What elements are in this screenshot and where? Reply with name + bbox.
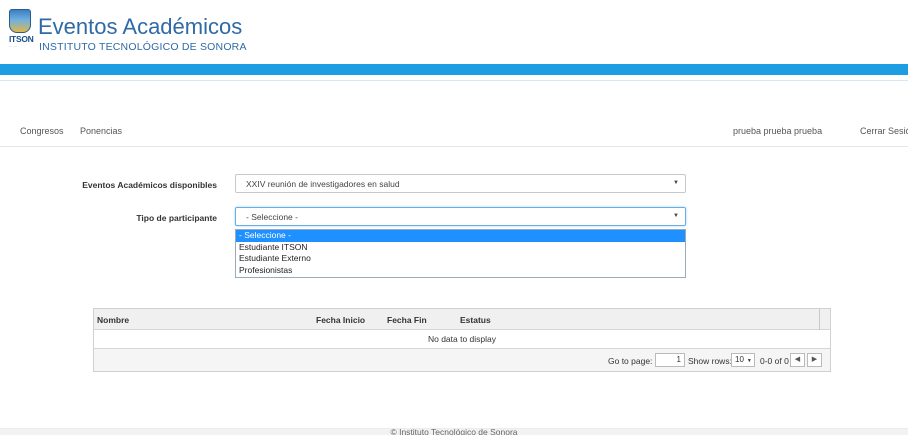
rows-select-value: 10 <box>735 355 744 364</box>
event-label: Eventos Académicos disponibles <box>82 180 217 190</box>
prev-page-button[interactable]: ◀ <box>790 353 805 367</box>
event-select[interactable]: XXIV reunión de investigadores en salud … <box>235 174 686 193</box>
app-subtitle: INSTITUTO TECNOLÓGICO DE SONORA <box>39 41 247 53</box>
dropdown-option[interactable]: Estudiante ITSON <box>236 242 685 254</box>
itson-shield-icon <box>9 9 31 33</box>
header-accent-bar <box>0 64 908 75</box>
itson-logo[interactable]: ITSON ··· ··· <box>9 9 34 61</box>
top-nav: Congresos Ponencias prueba prueba prueba… <box>0 120 908 140</box>
nav-user-name[interactable]: prueba prueba prueba <box>733 126 822 136</box>
next-page-button[interactable]: ▶ <box>807 353 822 367</box>
grid-header: Nombre Fecha Inicio Fecha Fin Estatus <box>94 309 830 330</box>
dropdown-option[interactable]: Estudiante Externo <box>236 253 685 265</box>
dropdown-option[interactable]: Profesionistas <box>236 265 685 277</box>
grid-header-edge <box>819 309 820 330</box>
chevron-down-icon: ▼ <box>673 180 679 186</box>
nav-item-ponencias[interactable]: Ponencias <box>80 126 122 136</box>
event-select-value: XXIV reunión de investigadores en salud <box>246 179 400 189</box>
participant-dropdown: - Seleccione - Estudiante ITSON Estudian… <box>235 229 686 278</box>
chevron-down-icon: ▼ <box>746 358 752 364</box>
events-grid: Nombre Fecha Inicio Fecha Fin Estatus No… <box>93 308 831 372</box>
logo-text: ITSON <box>9 34 34 44</box>
pager: Go to page: 1 Show rows: 10 ▼ 0-0 of 0 ◀ … <box>94 349 830 371</box>
participant-select[interactable]: - Seleccione - ▼ <box>235 207 686 226</box>
nav-logout[interactable]: Cerrar Sesión <box>860 126 908 136</box>
page-input[interactable]: 1 <box>655 353 685 367</box>
footer-text: © Instituto Tecnológico de Sonora <box>390 427 518 435</box>
participant-select-value: - Seleccione - <box>246 212 298 222</box>
column-header-estatus[interactable]: Estatus <box>460 315 491 325</box>
column-header-nombre[interactable]: Nombre <box>97 315 129 325</box>
app-title: Eventos Académicos <box>38 14 243 39</box>
rows-select[interactable]: 10 ▼ <box>731 353 755 367</box>
page: ITSON ··· ··· Eventos Académicos INSTITU… <box>0 0 908 435</box>
participant-label: Tipo de participante <box>136 213 217 223</box>
nav-divider <box>0 146 908 147</box>
dropdown-option[interactable]: - Seleccione - <box>236 230 685 242</box>
header: ITSON ··· ··· Eventos Académicos INSTITU… <box>0 0 908 64</box>
go-to-page-label: Go to page: <box>608 356 653 366</box>
nav-item-congresos[interactable]: Congresos <box>20 126 64 136</box>
header-divider <box>0 80 908 81</box>
column-header-fecha-inicio[interactable]: Fecha Inicio <box>316 315 365 325</box>
empty-message: No data to display <box>94 330 830 349</box>
show-rows-label: Show rows: <box>688 356 732 366</box>
column-header-fecha-fin[interactable]: Fecha Fin <box>387 315 427 325</box>
page-range: 0-0 of 0 <box>760 356 789 366</box>
logo-tagline-graphic: ··· ··· <box>9 45 17 49</box>
chevron-down-icon: ▼ <box>673 213 679 219</box>
